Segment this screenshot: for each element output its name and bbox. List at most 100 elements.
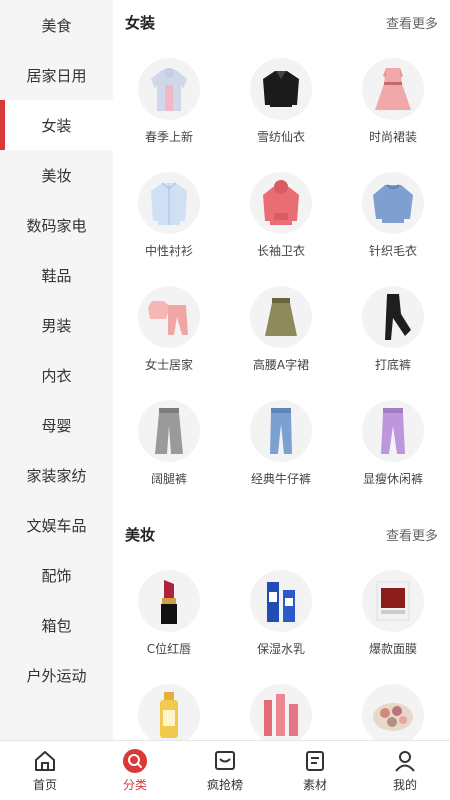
tab-label: 分类 xyxy=(122,777,147,792)
lotion-icon xyxy=(250,570,312,632)
tile-label: 爆款面膜 xyxy=(368,642,417,656)
chiffon-blouse-icon xyxy=(250,58,312,120)
sidebar-item-mens-clothing[interactable]: 男装 xyxy=(0,300,113,350)
sunscreen-icon xyxy=(138,684,200,740)
category-tile[interactable]: 时尚裙装 xyxy=(337,44,449,158)
pajamas-icon xyxy=(138,286,200,348)
sidebar-item-home-textiles[interactable]: 家装家纺 xyxy=(0,450,113,500)
category-tile[interactable]: 显瘦休闲裤 xyxy=(337,386,449,500)
sidebar-item-label: 居家日用 xyxy=(26,66,87,85)
category-tile[interactable] xyxy=(337,670,449,740)
sidebar-item-baby[interactable]: 母婴 xyxy=(0,400,113,450)
sidebar-item-womens-clothing[interactable]: 女装 xyxy=(0,100,113,150)
home-icon xyxy=(33,749,57,773)
sidebar-item-label: 男装 xyxy=(41,316,72,335)
tile-label: 针织毛衣 xyxy=(368,244,417,258)
wide-leg-pants-icon xyxy=(138,400,200,462)
bottom-tab-bar: 首页 分类 疯抢榜 素材 我的 xyxy=(0,740,450,800)
tab-home[interactable]: 首页 xyxy=(0,741,90,800)
hooded-jacket-icon xyxy=(138,58,200,120)
sidebar-item-label: 文娱车品 xyxy=(26,516,87,535)
tile-label: 打底裤 xyxy=(374,358,411,372)
category-tile[interactable]: 经典牛仔裤 xyxy=(225,386,337,500)
sidebar-item-label: 数码家电 xyxy=(26,216,87,235)
face-mask-icon xyxy=(362,570,424,632)
casual-pants-icon xyxy=(362,400,424,462)
sidebar-item-digital[interactable]: 数码家电 xyxy=(0,200,113,250)
category-tile[interactable]: 中性衬衫 xyxy=(113,158,225,272)
tab-material[interactable]: 素材 xyxy=(270,741,360,800)
dress-icon xyxy=(362,58,424,120)
womens-grid: 春季上新 雪纺仙衣 时尚裙装 中性衬衫 长袖卫衣 针织毛衣 女士居家 高腰A字裙… xyxy=(113,44,450,500)
sidebar-item-shoes[interactable]: 鞋品 xyxy=(0,250,113,300)
sidebar-item-accessories[interactable]: 配饰 xyxy=(0,550,113,600)
sidebar-item-label: 配饰 xyxy=(41,566,72,585)
a-line-skirt-icon xyxy=(250,286,312,348)
category-tile[interactable]: 长袖卫衣 xyxy=(225,158,337,272)
section-title: 女装 xyxy=(125,13,156,32)
tile-label: 阔腿裤 xyxy=(150,472,187,486)
sidebar-item-label: 箱包 xyxy=(41,616,72,635)
view-more-link[interactable]: 查看更多 xyxy=(386,13,438,32)
sweater-icon xyxy=(362,172,424,234)
tab-ranking[interactable]: 疯抢榜 xyxy=(180,741,270,800)
category-sidebar: 美食 居家日用 女装 美妆 数码家电 鞋品 男装 内衣 母婴 家装家纺 文娱车品… xyxy=(0,0,113,740)
tab-label: 素材 xyxy=(302,777,327,792)
category-tile[interactable]: 保湿水乳 xyxy=(225,556,337,670)
lipstick-icon xyxy=(138,570,200,632)
eyeshadow-palette-icon xyxy=(362,684,424,740)
tile-label: 时尚裙装 xyxy=(368,130,417,144)
category-tile[interactable]: 阔腿裤 xyxy=(113,386,225,500)
profile-icon xyxy=(393,749,417,773)
sidebar-item-label: 美食 xyxy=(41,16,72,35)
sidebar-item-label: 美妆 xyxy=(41,166,72,185)
tile-label: 显瘦休闲裤 xyxy=(362,472,423,486)
hoodie-icon xyxy=(250,172,312,234)
sidebar-item-label: 户外运动 xyxy=(26,666,87,685)
jeans-icon xyxy=(250,400,312,462)
tile-label: C位红唇 xyxy=(146,642,192,656)
tab-profile[interactable]: 我的 xyxy=(360,741,450,800)
section-header-beauty: 美妆 查看更多 xyxy=(125,522,438,546)
tab-label: 我的 xyxy=(392,777,417,792)
beauty-grid: C位红唇 保湿水乳 爆款面膜 xyxy=(113,556,450,740)
tile-label: 中性衬衫 xyxy=(144,244,193,258)
section-header-womens: 女装 查看更多 xyxy=(125,10,438,34)
category-tile[interactable]: 女士居家 xyxy=(113,272,225,386)
sidebar-item-food[interactable]: 美食 xyxy=(0,0,113,50)
sidebar-item-beauty[interactable]: 美妆 xyxy=(0,150,113,200)
leggings-icon xyxy=(362,286,424,348)
sidebar-item-label: 女装 xyxy=(41,116,72,135)
tab-label: 疯抢榜 xyxy=(206,777,243,792)
sidebar-item-outdoor-sports[interactable]: 户外运动 xyxy=(0,650,113,700)
tile-label: 经典牛仔裤 xyxy=(250,472,311,486)
view-more-link[interactable]: 查看更多 xyxy=(386,525,438,544)
sidebar-item-underwear[interactable]: 内衣 xyxy=(0,350,113,400)
sidebar-item-label: 母婴 xyxy=(41,416,72,435)
category-tile[interactable]: 针织毛衣 xyxy=(337,158,449,272)
tile-label: 长袖卫衣 xyxy=(256,244,305,258)
material-icon xyxy=(303,749,327,773)
ranking-icon xyxy=(213,749,237,773)
category-tile[interactable]: 高腰A字裙 xyxy=(225,272,337,386)
sidebar-item-bags[interactable]: 箱包 xyxy=(0,600,113,650)
tab-category[interactable]: 分类 xyxy=(90,741,180,800)
section-title: 美妆 xyxy=(125,525,156,544)
sidebar-item-home-goods[interactable]: 居家日用 xyxy=(0,50,113,100)
category-content: 女装 查看更多 春季上新 雪纺仙衣 时尚裙装 中性衬衫 长袖卫衣 针织毛衣 女士… xyxy=(113,0,450,740)
sidebar-item-label: 鞋品 xyxy=(41,266,72,285)
category-tile[interactable] xyxy=(225,670,337,740)
sidebar-item-entertainment-auto[interactable]: 文娱车品 xyxy=(0,500,113,550)
category-tile[interactable]: 爆款面膜 xyxy=(337,556,449,670)
category-tile[interactable]: C位红唇 xyxy=(113,556,225,670)
category-tile[interactable] xyxy=(113,670,225,740)
tile-label: 春季上新 xyxy=(144,130,193,144)
sidebar-item-label: 内衣 xyxy=(41,366,72,385)
tile-label: 雪纺仙衣 xyxy=(256,130,305,144)
category-tile[interactable]: 春季上新 xyxy=(113,44,225,158)
search-icon xyxy=(123,748,147,773)
skincare-set-icon xyxy=(250,684,312,740)
tile-label: 女士居家 xyxy=(144,358,193,372)
category-tile[interactable]: 雪纺仙衣 xyxy=(225,44,337,158)
category-tile[interactable]: 打底裤 xyxy=(337,272,449,386)
